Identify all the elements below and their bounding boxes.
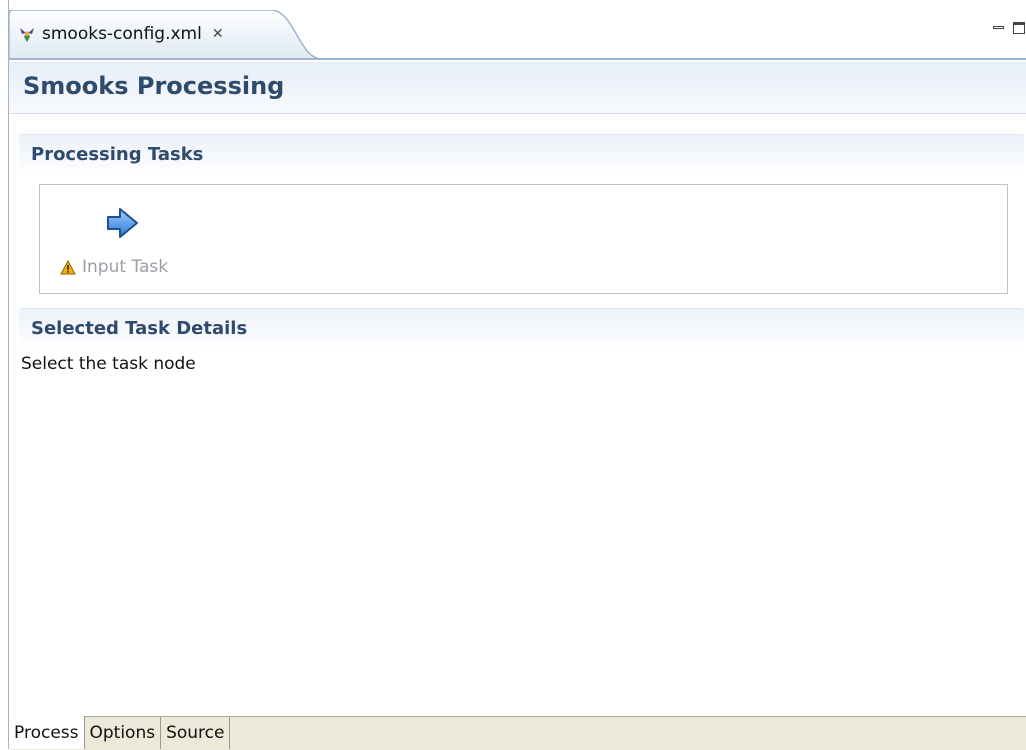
maximize-icon[interactable] <box>1012 22 1026 34</box>
editor-page-tabs: Process Options Source <box>9 716 1026 750</box>
section-title: Processing Tasks <box>31 144 204 165</box>
task-label: Input Task <box>82 257 169 277</box>
section-title: Selected Task Details <box>31 318 248 339</box>
warning-icon <box>60 259 76 274</box>
tab-process[interactable]: Process <box>9 716 85 749</box>
editor-frame: smooks-config.xml ✕ Smooks Processing Pr… <box>8 0 1026 750</box>
right-arrow-icon <box>107 208 138 238</box>
minimize-icon[interactable] <box>992 22 1006 34</box>
details-message: Select the task node <box>21 354 196 374</box>
editor-tab-smooks-config[interactable]: smooks-config.xml ✕ <box>9 10 321 60</box>
tab-bar-divider <box>9 58 1026 60</box>
task-node-input[interactable]: Input Task <box>60 205 200 281</box>
tab-source[interactable]: Source <box>161 717 231 749</box>
task-graph-canvas[interactable]: Input Task <box>39 184 1008 294</box>
editor-tab-label: smooks-config.xml <box>42 24 202 44</box>
processing-tasks-section-header[interactable]: Processing Tasks <box>19 134 1024 175</box>
tab-options[interactable]: Options <box>84 717 162 749</box>
selected-task-details-section-header[interactable]: Selected Task Details <box>19 308 1024 349</box>
editor-tab-bar: smooks-config.xml ✕ <box>9 0 1026 60</box>
page-title: Smooks Processing <box>23 72 285 100</box>
window-controls <box>992 22 1026 34</box>
close-icon[interactable]: ✕ <box>212 26 224 42</box>
smooks-config-icon <box>18 25 36 43</box>
form-header: Smooks Processing <box>9 62 1026 114</box>
